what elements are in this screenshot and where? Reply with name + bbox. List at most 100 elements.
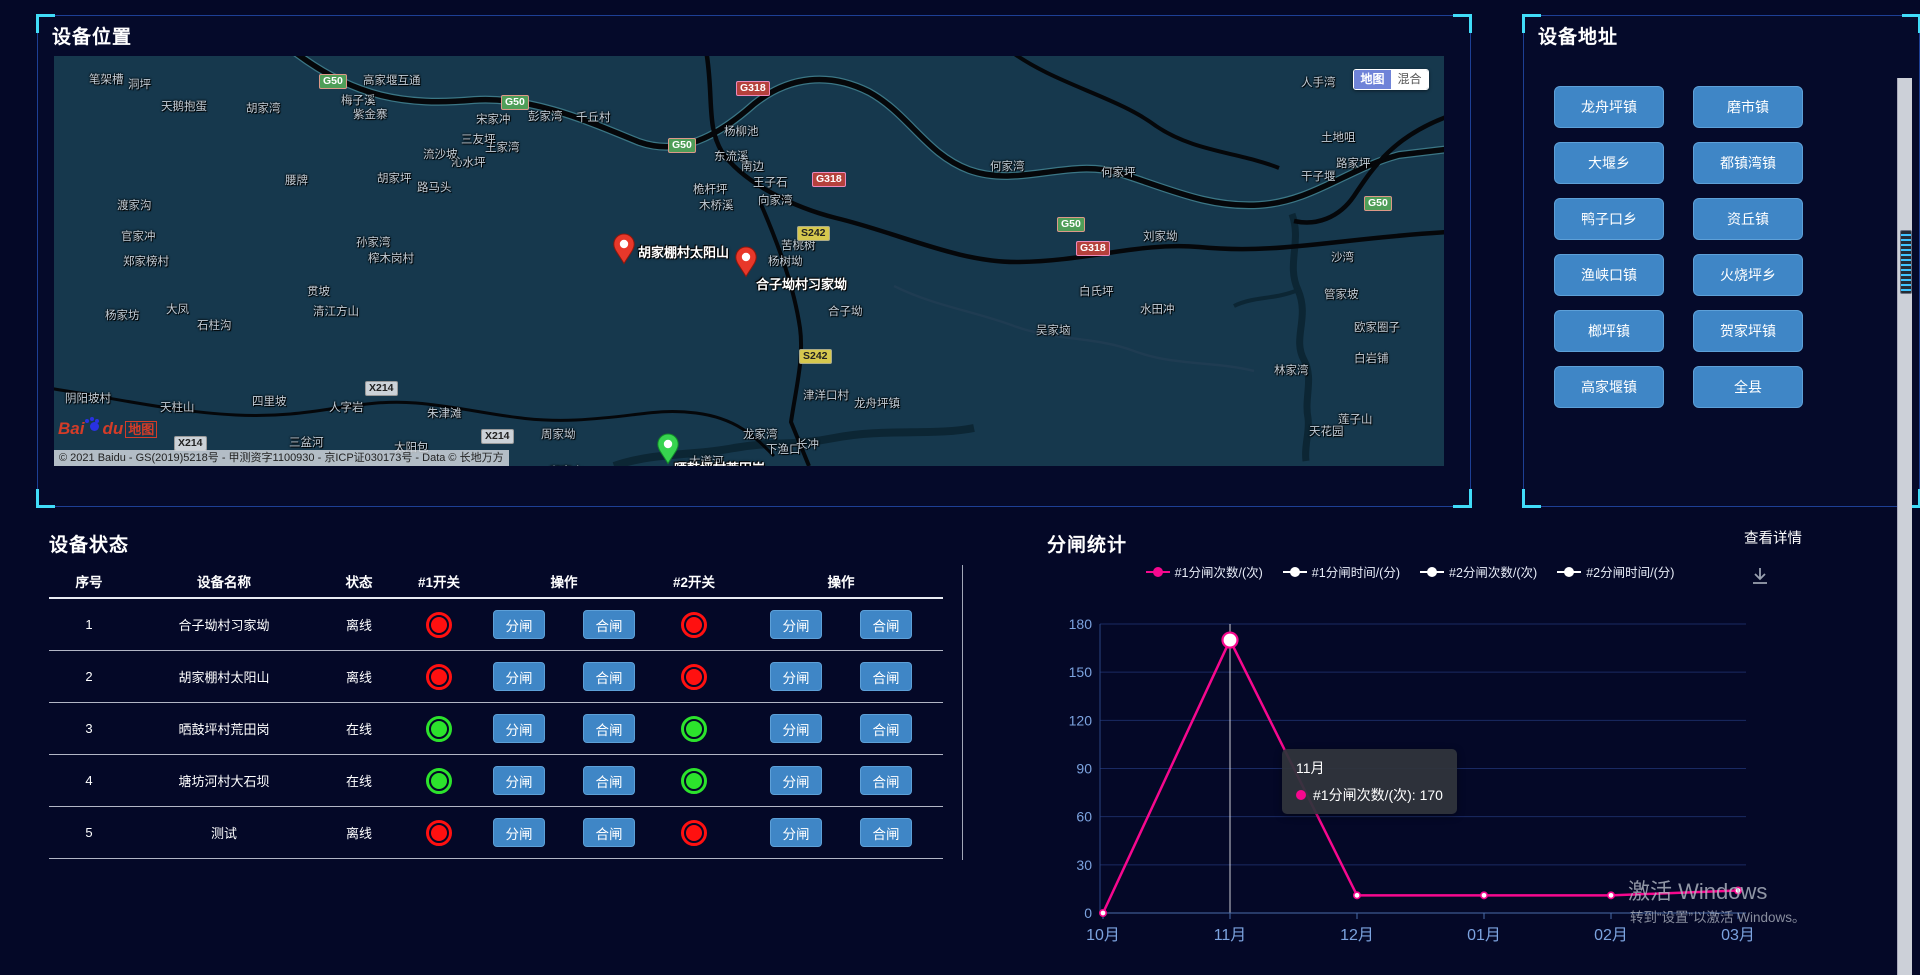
close-button[interactable]: 合闸 — [583, 766, 635, 795]
operation-cell: 分闸 合闸 — [739, 766, 943, 795]
close-button[interactable]: 合闸 — [860, 610, 912, 639]
chart-legend: #1分闸次数/(次) #1分闸时间/(分) #2分闸次数/(次) #2分闸时间/(分) — [1090, 562, 1730, 581]
trip-button[interactable]: 分闸 — [770, 610, 822, 639]
windows-activation-watermark-sub: 转到“设置”以激活 Windows。 — [1630, 906, 1806, 926]
trip-stats-title: 分闸统计 — [1047, 530, 1127, 557]
windows-activation-watermark: 激活 Windows — [1628, 874, 1767, 906]
address-button-榔坪镇[interactable]: 榔坪镇 — [1554, 310, 1664, 352]
close-button[interactable]: 合闸 — [860, 818, 912, 847]
legend-item[interactable]: #1分闸次数/(次) — [1146, 562, 1263, 581]
switch1-cell — [399, 768, 479, 794]
switch1-cell — [399, 716, 479, 742]
operation-cell: 分闸 合闸 — [739, 818, 943, 847]
map-place-label: 王子石 — [753, 174, 788, 190]
map-place-label: 彭家湾 — [528, 108, 563, 124]
switch1-cell — [399, 612, 479, 638]
legend-item[interactable]: #1分闸时间/(分) — [1283, 562, 1400, 581]
address-button-贺家坪镇[interactable]: 贺家坪镇 — [1693, 310, 1803, 352]
close-button[interactable]: 合闸 — [860, 766, 912, 795]
map-road-northeast — [1009, 56, 1279, 168]
table-header-cell: #1开关 — [399, 571, 479, 591]
baidu-logo-map-suffix: 地图 — [125, 421, 157, 438]
download-icon[interactable] — [1750, 566, 1770, 586]
address-button-都镇湾镇[interactable]: 都镇湾镇 — [1693, 142, 1803, 184]
data-point — [1608, 892, 1614, 898]
panel-device-address: 设备地址 龙舟坪镇磨市镇大堰乡都镇湾镇鸭子口乡资丘镇渔峡口镇火烧坪乡榔坪镇贺家坪… — [1523, 15, 1920, 507]
table-header-cell: #2开关 — [649, 571, 739, 591]
close-button[interactable]: 合闸 — [583, 818, 635, 847]
device-status-title: 设备状态 — [49, 530, 129, 557]
legend-label: #1分闸时间/(分) — [1312, 562, 1400, 581]
row-index: 5 — [49, 825, 129, 840]
trip-button[interactable]: 分闸 — [770, 818, 822, 847]
map-place-label: 大凤 — [166, 301, 189, 317]
address-button-渔峡口镇[interactable]: 渔峡口镇 — [1554, 254, 1664, 296]
x-tick-label: 03月 — [1721, 927, 1755, 944]
switch2-indicator-red — [681, 664, 707, 690]
x-tick-label: 01月 — [1467, 927, 1501, 944]
map-place-label: 长冲 — [796, 436, 819, 452]
switch1-indicator-green — [426, 768, 452, 794]
map-place-label: 白岩铺 — [1354, 350, 1389, 366]
address-button-龙舟坪镇[interactable]: 龙舟坪镇 — [1554, 86, 1664, 128]
close-button[interactable]: 合闸 — [583, 610, 635, 639]
close-button[interactable]: 合闸 — [583, 662, 635, 691]
table-row: 5测试离线分闸合闸分闸合闸 — [49, 807, 943, 859]
address-button-火烧坪乡[interactable]: 火烧坪乡 — [1693, 254, 1803, 296]
address-button-大堰乡[interactable]: 大堰乡 — [1554, 142, 1664, 184]
trip-button[interactable]: 分闸 — [493, 610, 545, 639]
address-button-鸭子口乡[interactable]: 鸭子口乡 — [1554, 198, 1664, 240]
map-place-label: 阴阳坡村 — [65, 390, 111, 406]
road-shield-X214: X214 — [174, 436, 207, 451]
switch2-cell — [649, 664, 739, 690]
page-scrollbar-thumb[interactable] — [1900, 230, 1912, 294]
legend-item[interactable]: #2分闸次数/(次) — [1420, 562, 1537, 581]
address-button-高家堰镇[interactable]: 高家堰镇 — [1554, 366, 1664, 408]
map-place-label: 渡家沟 — [117, 197, 152, 213]
map-marker-red[interactable]: 合子坳村习家坳 — [734, 246, 758, 278]
close-button[interactable]: 合闸 — [860, 714, 912, 743]
row-index: 3 — [49, 721, 129, 736]
map-type-option-地图[interactable]: 地图 — [1354, 70, 1391, 89]
page-scrollbar-track[interactable] — [1897, 78, 1912, 975]
map-marker-label: 胡家棚村太阳山 — [638, 242, 729, 261]
table-header-cell: 状态 — [319, 571, 399, 591]
close-button[interactable]: 合闸 — [860, 662, 912, 691]
map-place-label: 沁水坪 — [451, 154, 486, 170]
legend-label: #2分闸次数/(次) — [1449, 562, 1537, 581]
device-status: 离线 — [319, 615, 399, 634]
legend-dot-icon — [1153, 567, 1163, 577]
baidu-map[interactable]: 笔架槽洞坪天鹅抱蛋胡家湾高家堰互通梅子溪紫金寨宋家冲彭家湾千丘村王家湾流沙坡沁水… — [54, 56, 1444, 466]
address-button-全县[interactable]: 全县 — [1693, 366, 1803, 408]
map-place-label: 白氏坪 — [1079, 283, 1114, 299]
map-type-control[interactable]: 地图混合 — [1353, 69, 1429, 90]
legend-item[interactable]: #2分闸时间/(分) — [1557, 562, 1674, 581]
y-tick-label: 150 — [1069, 664, 1093, 680]
legend-label: #1分闸次数/(次) — [1175, 562, 1263, 581]
x-tick-label: 12月 — [1340, 927, 1374, 944]
table-header-cell: 设备名称 — [129, 571, 319, 591]
trip-button[interactable]: 分闸 — [770, 766, 822, 795]
map-copyright: © 2021 Baidu - GS(2019)5218号 - 甲测资字11009… — [54, 450, 509, 466]
trip-button[interactable]: 分闸 — [770, 662, 822, 691]
address-button-磨市镇[interactable]: 磨市镇 — [1693, 86, 1803, 128]
baidu-logo-bai: Bai — [58, 419, 84, 438]
trip-button[interactable]: 分闸 — [493, 766, 545, 795]
trip-button[interactable]: 分闸 — [493, 714, 545, 743]
trip-button[interactable]: 分闸 — [493, 662, 545, 691]
address-button-资丘镇[interactable]: 资丘镇 — [1693, 198, 1803, 240]
table-row: 2胡家棚村太阳山离线分闸合闸分闸合闸 — [49, 651, 943, 703]
map-place-label: 管家坡 — [1324, 286, 1359, 302]
map-marker-green[interactable]: 晒鼓坪村荒田岗 — [656, 433, 680, 465]
close-button[interactable]: 合闸 — [583, 714, 635, 743]
map-marker-red[interactable]: 胡家棚村太阳山 — [612, 233, 636, 265]
trip-button[interactable]: 分闸 — [493, 818, 545, 847]
switch1-indicator-red — [426, 820, 452, 846]
map-type-option-混合[interactable]: 混合 — [1391, 70, 1428, 89]
trip-button[interactable]: 分闸 — [770, 714, 822, 743]
y-tick-label: 0 — [1084, 905, 1092, 921]
tooltip-series-dot — [1296, 790, 1306, 800]
view-details-link[interactable]: 查看详情 — [1744, 527, 1802, 548]
map-place-label: 土地咀 — [1321, 129, 1356, 145]
road-shield-X214: X214 — [365, 381, 398, 396]
